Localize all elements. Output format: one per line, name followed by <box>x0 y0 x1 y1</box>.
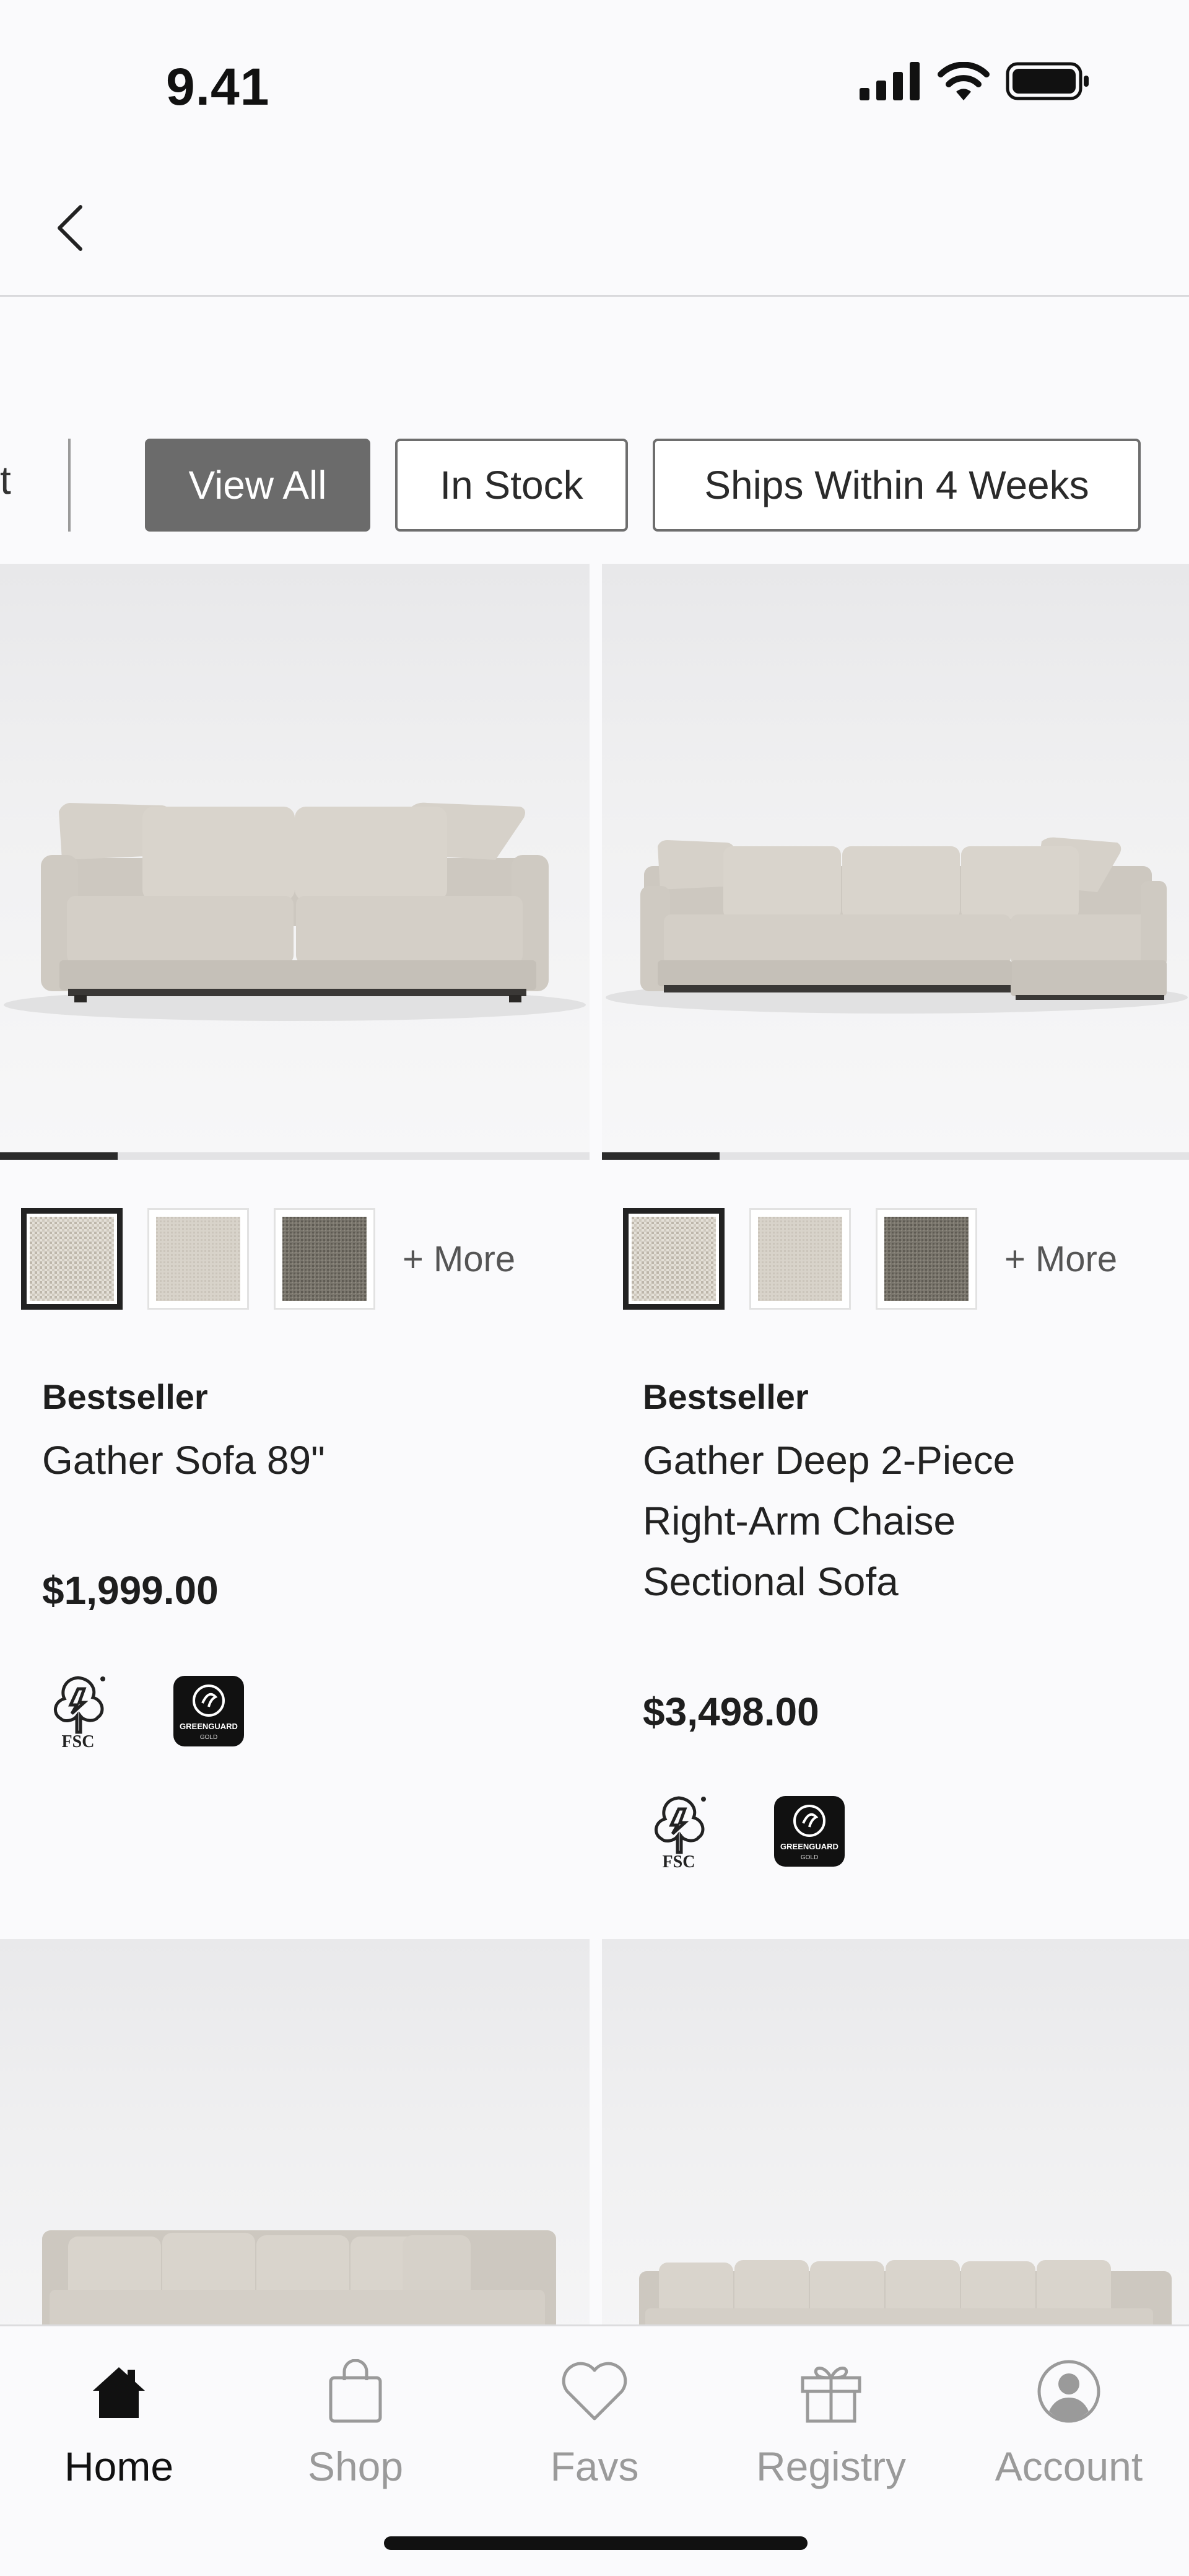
tab-shop[interactable]: Shop <box>263 2345 448 2490</box>
sectional-sofa-image <box>42 2230 556 2336</box>
sectional-sofa-image <box>639 2260 1172 2336</box>
product-name[interactable]: Gather Deep 2-Piece Right-Arm Chaise Sec… <box>643 1430 1113 1612</box>
filter-chip-view-all[interactable]: View All <box>145 439 370 532</box>
product-badge: Bestseller <box>42 1377 208 1416</box>
status-time: 9.41 <box>166 58 270 116</box>
swatch-option[interactable] <box>21 1208 123 1310</box>
progress-fill <box>0 1152 118 1160</box>
more-swatches-link[interactable]: + More <box>403 1238 515 1280</box>
product-card[interactable]: + More Bestseller Gather Deep 2-Piece Ri… <box>602 564 1189 1870</box>
fsc-logo-icon: FSC <box>655 1796 706 1870</box>
swatch-option[interactable] <box>876 1208 977 1310</box>
fabric-swatch-beige <box>758 1217 842 1301</box>
fabric-swatch-beige <box>156 1217 240 1301</box>
tab-label: Home <box>64 2443 174 2489</box>
filter-bar: t View All In Stock Ships Within 4 Weeks <box>0 434 1189 533</box>
swatch-row: + More <box>623 1208 1117 1310</box>
tab-label: Favs <box>550 2443 639 2489</box>
svg-text:GREENGUARD: GREENGUARD <box>180 1722 238 1731</box>
sofa-image <box>4 802 586 1021</box>
product-image[interactable] <box>602 564 1189 1152</box>
swatch-option[interactable] <box>623 1208 725 1310</box>
heart-icon <box>562 2362 627 2420</box>
tab-label: Shop <box>307 2443 404 2489</box>
swatch-option[interactable] <box>274 1208 375 1310</box>
swatch-option[interactable] <box>147 1208 249 1310</box>
filter-separator <box>68 439 71 532</box>
certifications: FSC GREENGUARD GOLD <box>46 1673 245 1750</box>
fabric-swatch-charcoal <box>884 1217 969 1301</box>
product-image[interactable] <box>0 564 590 1152</box>
tab-favs[interactable]: Favs <box>502 2345 687 2490</box>
fabric-swatch-light <box>30 1217 114 1301</box>
filter-chip-ships-within-4-weeks[interactable]: Ships Within 4 Weeks <box>653 439 1141 532</box>
svg-text:GOLD: GOLD <box>200 1734 217 1741</box>
image-carousel-progress <box>0 1152 590 1160</box>
fabric-swatch-light <box>632 1217 716 1301</box>
swatch-option[interactable] <box>749 1208 851 1310</box>
svg-text:GREENGUARD: GREENGUARD <box>780 1842 838 1851</box>
fabric-swatch-charcoal <box>282 1217 367 1301</box>
home-icon <box>93 2367 145 2418</box>
filter-chip-partial[interactable]: t <box>0 457 11 503</box>
product-card[interactable]: + More Bestseller Gather Sofa 89" $1,999… <box>0 564 590 1750</box>
tab-label: Registry <box>756 2443 907 2489</box>
certifications: FSC GREENGUARD GOLD <box>647 1793 846 1870</box>
product-price: $3,498.00 <box>643 1689 819 1734</box>
filter-chip-in-stock[interactable]: In Stock <box>395 439 628 532</box>
nav-divider <box>0 295 1189 297</box>
battery-icon <box>1006 62 1089 100</box>
product-name[interactable]: Gather Sofa 89" <box>42 1430 550 1491</box>
fsc-logo-icon: FSC <box>54 1676 105 1750</box>
greenguard-gold-icon: GREENGUARD GOLD <box>173 1676 244 1746</box>
chevron-left-icon <box>58 205 82 251</box>
gift-icon <box>801 2367 861 2423</box>
swatch-row: + More <box>21 1208 515 1310</box>
greenguard-gold-icon: GREENGUARD GOLD <box>774 1796 845 1867</box>
svg-text:GOLD: GOLD <box>801 1854 818 1861</box>
svg-text:FSC: FSC <box>663 1852 695 1870</box>
image-carousel-progress <box>602 1152 1189 1160</box>
cellular-signal-icon <box>860 62 920 100</box>
svg-text:FSC: FSC <box>62 1732 95 1750</box>
product-image[interactable] <box>0 1939 590 2336</box>
product-price: $1,999.00 <box>42 1568 219 1613</box>
more-swatches-link[interactable]: + More <box>1004 1238 1117 1280</box>
back-button[interactable] <box>45 197 94 259</box>
tab-registry[interactable]: Registry <box>738 2345 924 2490</box>
tab-label: Account <box>995 2443 1143 2489</box>
tab-home[interactable]: Home <box>26 2345 212 2490</box>
progress-fill <box>602 1152 720 1160</box>
app-screen: { "status_bar": { "time": "9.41", "icons… <box>0 0 1189 2576</box>
product-image[interactable] <box>602 1939 1189 2336</box>
tab-account[interactable]: Account <box>976 2345 1162 2490</box>
shopping-bag-icon <box>329 2359 382 2423</box>
sectional-sofa-image <box>606 837 1188 1014</box>
wifi-icon <box>938 62 990 100</box>
status-icons <box>860 62 1090 100</box>
product-badge: Bestseller <box>643 1377 809 1416</box>
user-circle-icon <box>1037 2360 1100 2423</box>
home-indicator <box>384 2536 808 2550</box>
